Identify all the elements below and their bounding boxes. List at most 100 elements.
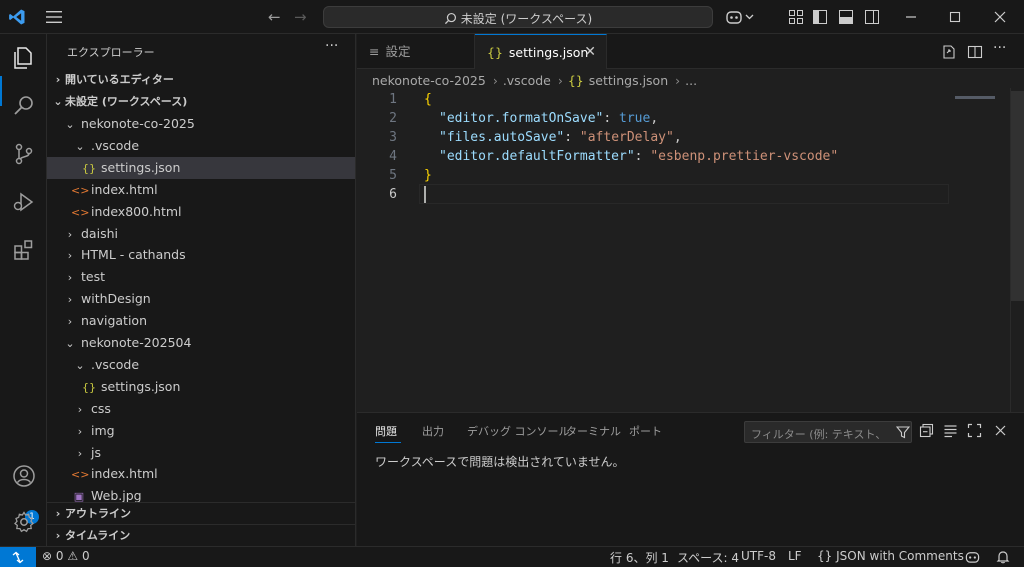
status-bar: ⊗ 0 ⚠ 0 行 6、列 1 スペース: 4 UTF-8 LF {} JSON…	[0, 546, 1024, 567]
vscode-logo-icon[interactable]	[8, 8, 26, 26]
code-line: "editor.defaultFormatter": "esbenp.prett…	[439, 149, 838, 164]
activity-bar: 1	[0, 34, 47, 546]
tree-item-label: withDesign	[81, 291, 151, 307]
problems-status[interactable]: ⊗ 0 ⚠ 0	[42, 549, 90, 563]
minimap[interactable]	[955, 96, 995, 99]
tree-item[interactable]: › withDesign	[47, 288, 355, 310]
code-token: :	[603, 111, 620, 126]
json-file-icon: {}	[487, 45, 503, 60]
notifications-bell-icon[interactable]	[996, 550, 1010, 564]
breadcrumb-item[interactable]: ...	[685, 73, 697, 88]
menu-icon[interactable]	[45, 10, 63, 24]
toggle-panel-icon[interactable]	[838, 9, 854, 25]
timeline-section[interactable]: › タイムライン	[47, 525, 355, 547]
extensions-icon[interactable]	[12, 238, 36, 262]
tree-item[interactable]: {} settings.json	[47, 156, 355, 179]
code-token: :	[564, 130, 580, 145]
command-center-search[interactable]: 未設定 (ワークスペース)	[323, 6, 713, 28]
tree-item-label: nekonote-co-2025	[81, 116, 195, 131]
panel-tab-ports[interactable]: ポート	[629, 423, 662, 439]
scrollbar-thumb[interactable]	[1011, 91, 1024, 301]
tree-item[interactable]: › daishi	[47, 223, 355, 245]
gear-icon[interactable]	[12, 510, 36, 534]
panel-tab-debug-console[interactable]: デバッグ コンソール	[467, 423, 570, 439]
back-arrow-icon[interactable]: ←	[268, 8, 281, 26]
panel-tab-output[interactable]: 出力	[422, 423, 444, 439]
tree-item-label: daishi	[81, 225, 118, 241]
problems-filter-input[interactable]: フィルター (例: テキスト、**/*.ts、!**/node_modules/…	[744, 421, 912, 443]
maximize-panel-icon[interactable]	[967, 423, 982, 438]
explorer-icon[interactable]	[12, 46, 36, 70]
open-editors-section[interactable]: › 開いているエディター	[47, 69, 355, 91]
tree-item[interactable]: <> index.html	[47, 179, 355, 201]
workspace-section[interactable]: ⌄ 未設定 (ワークスペース)	[47, 91, 355, 113]
account-icon[interactable]	[12, 464, 36, 488]
forward-arrow-icon[interactable]: →	[294, 8, 307, 26]
tab-settings-json[interactable]: {} settings.json ✕	[475, 34, 607, 69]
collapse-all-icon[interactable]	[919, 423, 934, 438]
tree-item[interactable]: {} settings.json	[47, 376, 355, 398]
close-window-icon[interactable]	[992, 9, 1008, 25]
panel-tab-terminal[interactable]: ターミナル	[566, 423, 621, 439]
split-editor-icon[interactable]	[967, 44, 983, 60]
customize-layout-icon[interactable]	[788, 9, 804, 25]
chevron-right-icon: ›	[77, 446, 83, 460]
active-indicator	[0, 76, 2, 106]
tree-item[interactable]: <> index800.html	[47, 201, 355, 223]
tree-item[interactable]: › css	[47, 398, 355, 420]
breadcrumb-item[interactable]: nekonote-co-2025	[372, 73, 486, 88]
eol-status[interactable]: LF	[788, 549, 802, 563]
tree-item[interactable]: › navigation	[47, 310, 355, 332]
outline-section[interactable]: › アウトライン	[47, 503, 355, 525]
breadcrumb: nekonote-co-2025 › .vscode › {} settings.json…	[372, 73, 699, 88]
title-bar: ← → 未設定 (ワークスペース)	[0, 0, 1024, 34]
tree-item[interactable]: › js	[47, 442, 355, 464]
error-icon: ⊗	[42, 549, 53, 563]
cursor-position[interactable]: 行 6、列 1	[610, 549, 669, 566]
close-tab-icon[interactable]: ✕	[584, 35, 596, 70]
breadcrumb-item[interactable]: .vscode	[503, 73, 551, 88]
tree-item-label: css	[91, 400, 111, 416]
remote-button[interactable]	[0, 547, 36, 567]
tab-settings-ui[interactable]: ≡ 設定	[357, 34, 475, 69]
search-view-icon[interactable]	[12, 94, 36, 118]
run-debug-icon[interactable]	[12, 190, 36, 214]
copilot-status-icon[interactable]	[965, 550, 980, 564]
view-as-list-icon[interactable]	[943, 423, 958, 438]
more-actions-icon[interactable]: ···	[325, 38, 338, 54]
tree-item[interactable]: ⌄ .vscode	[47, 354, 355, 376]
close-panel-icon[interactable]	[993, 423, 1008, 438]
line-number: 6	[389, 187, 397, 202]
indentation-status[interactable]: スペース: 4	[677, 549, 739, 566]
line-number: 4	[389, 149, 397, 164]
chevron-right-icon: ›	[675, 73, 681, 88]
filter-icon[interactable]	[896, 425, 910, 439]
breadcrumb-item[interactable]: settings.json	[589, 73, 668, 88]
tree-item[interactable]: <> index.html	[47, 463, 355, 485]
tree-item[interactable]: ⌄ .vscode	[47, 135, 355, 157]
html-file-icon: <>	[71, 205, 90, 219]
code-token: "esbenp.prettier-vscode"	[650, 149, 839, 164]
minimize-icon[interactable]	[903, 9, 919, 25]
maximize-icon[interactable]	[947, 9, 963, 25]
open-settings-ui-icon[interactable]	[941, 44, 957, 60]
code-editor[interactable]: 1 2 3 4 5 6 { "editor.formatOnSave": tru…	[357, 88, 1024, 412]
tree-item[interactable]: ⌄ nekonote-co-2025	[47, 113, 355, 135]
editor-more-icon[interactable]: ···	[993, 40, 1006, 56]
copilot-icon[interactable]	[726, 9, 756, 25]
tree-item-label: .vscode	[91, 137, 140, 153]
tree-item[interactable]: ⌄ nekonote-202504	[47, 332, 355, 354]
language-mode[interactable]: {} JSON with Comments	[817, 549, 964, 563]
encoding-status[interactable]: UTF-8	[741, 549, 776, 563]
tree-item-label: settings.json	[101, 159, 181, 175]
tree-item[interactable]: › HTML - cathands	[47, 244, 355, 266]
toggle-secondary-sidebar-icon[interactable]	[864, 9, 880, 25]
panel-tab-problems[interactable]: 問題	[375, 423, 397, 439]
json-file-icon: {}	[567, 73, 584, 88]
tree-item[interactable]: › img	[47, 420, 355, 442]
code-line: "editor.formatOnSave": true,	[439, 111, 658, 126]
toggle-sidebar-icon[interactable]	[812, 9, 828, 25]
source-control-icon[interactable]	[12, 142, 36, 166]
problems-message: ワークスペースで問題は検出されていません。	[375, 455, 625, 469]
tree-item[interactable]: › test	[47, 266, 355, 288]
